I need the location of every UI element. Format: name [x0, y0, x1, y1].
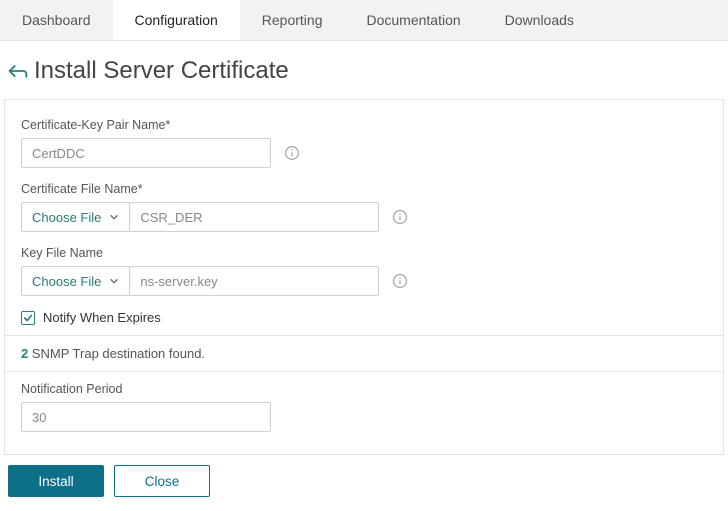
info-icon[interactable]	[391, 208, 409, 226]
input-notification-period[interactable]	[21, 402, 271, 432]
divider	[5, 371, 723, 372]
page-title: Install Server Certificate	[34, 57, 289, 85]
label-notification-period: Notification Period	[21, 382, 707, 396]
input-cert-file[interactable]	[129, 202, 379, 232]
snmp-text: SNMP Trap destination found.	[28, 346, 205, 361]
field-notification-period: Notification Period	[21, 382, 707, 432]
choose-file-label: Choose File	[32, 210, 101, 225]
info-icon[interactable]	[391, 272, 409, 290]
field-cert-file: Certificate File Name* Choose File	[21, 182, 707, 232]
label-key-file: Key File Name	[21, 246, 707, 260]
checkbox-notify-expires[interactable]	[21, 311, 35, 325]
input-key-file[interactable]	[129, 266, 379, 296]
label-cert-file: Certificate File Name*	[21, 182, 707, 196]
tab-downloads[interactable]: Downloads	[483, 0, 596, 40]
label-cert-key-pair: Certificate-Key Pair Name*	[21, 118, 707, 132]
field-cert-key-pair: Certificate-Key Pair Name*	[21, 118, 707, 168]
label-notify-expires: Notify When Expires	[43, 310, 161, 325]
tab-dashboard[interactable]: Dashboard	[0, 0, 113, 40]
install-button[interactable]: Install	[8, 465, 104, 497]
choose-file-label: Choose File	[32, 274, 101, 289]
row-notify-expires: Notify When Expires	[21, 310, 707, 325]
input-cert-key-pair[interactable]	[21, 138, 271, 168]
tab-configuration[interactable]: Configuration	[113, 0, 240, 40]
back-arrow-icon[interactable]	[8, 61, 28, 81]
button-row: Install Close	[4, 465, 724, 497]
chevron-down-icon	[109, 274, 119, 289]
close-button[interactable]: Close	[114, 465, 210, 497]
info-icon[interactable]	[283, 144, 301, 162]
top-tabs: Dashboard Configuration Reporting Docume…	[0, 0, 728, 41]
divider	[5, 335, 723, 336]
form-panel: Certificate-Key Pair Name* Certificate F…	[4, 99, 724, 455]
chevron-down-icon	[109, 210, 119, 225]
snmp-status-line: 2 SNMP Trap destination found.	[21, 346, 707, 361]
choose-file-cert[interactable]: Choose File	[21, 202, 130, 232]
tab-reporting[interactable]: Reporting	[240, 0, 345, 40]
tab-documentation[interactable]: Documentation	[344, 0, 482, 40]
choose-file-key[interactable]: Choose File	[21, 266, 130, 296]
page-header: Install Server Certificate	[0, 41, 728, 99]
field-key-file: Key File Name Choose File	[21, 246, 707, 296]
